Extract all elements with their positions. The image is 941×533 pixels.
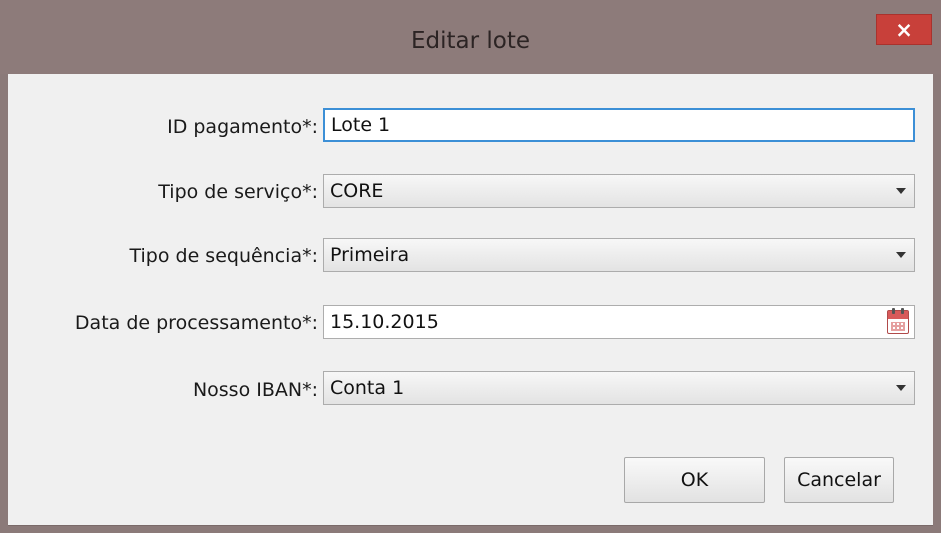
processing-date-value: 15.10.2015: [330, 311, 439, 333]
edit-batch-dialog: Editar lote × ID pagamento*: Tipo de ser…: [0, 0, 941, 533]
payment-id-label: ID pagamento*:: [167, 116, 318, 138]
processing-date-label: Data de processamento*:: [74, 312, 318, 334]
dialog-body: ID pagamento*: Tipo de serviço*: Tipo de…: [8, 74, 933, 526]
sequence-type-select[interactable]: Primeira: [323, 238, 915, 272]
processing-date-input[interactable]: 15.10.2015: [323, 305, 915, 339]
calendar-icon[interactable]: [887, 308, 909, 334]
our-iban-select[interactable]: Conta 1: [323, 371, 915, 405]
our-iban-label: Nosso IBAN*:: [192, 379, 318, 401]
dialog-title: Editar lote: [410, 28, 531, 54]
ok-button[interactable]: OK: [624, 457, 765, 503]
chevron-down-icon: [896, 252, 906, 258]
chevron-down-icon: [896, 385, 906, 391]
service-type-value: CORE: [330, 180, 384, 202]
sequence-type-value: Primeira: [330, 244, 410, 266]
payment-id-input[interactable]: Lote 1: [323, 108, 915, 142]
close-icon: ×: [895, 17, 913, 42]
sequence-type-label: Tipo de sequência*:: [129, 245, 318, 267]
chevron-down-icon: [896, 188, 906, 194]
close-button[interactable]: ×: [876, 14, 932, 45]
payment-id-value: Lote 1: [331, 114, 391, 136]
label-column: ID pagamento*: Tipo de serviço*: Tipo de…: [8, 74, 318, 525]
our-iban-value: Conta 1: [330, 377, 405, 399]
cancel-button[interactable]: Cancelar: [784, 457, 894, 503]
title-bar[interactable]: Editar lote ×: [0, 0, 941, 74]
service-type-select[interactable]: CORE: [323, 174, 915, 208]
service-type-label: Tipo de serviço*:: [158, 181, 318, 203]
